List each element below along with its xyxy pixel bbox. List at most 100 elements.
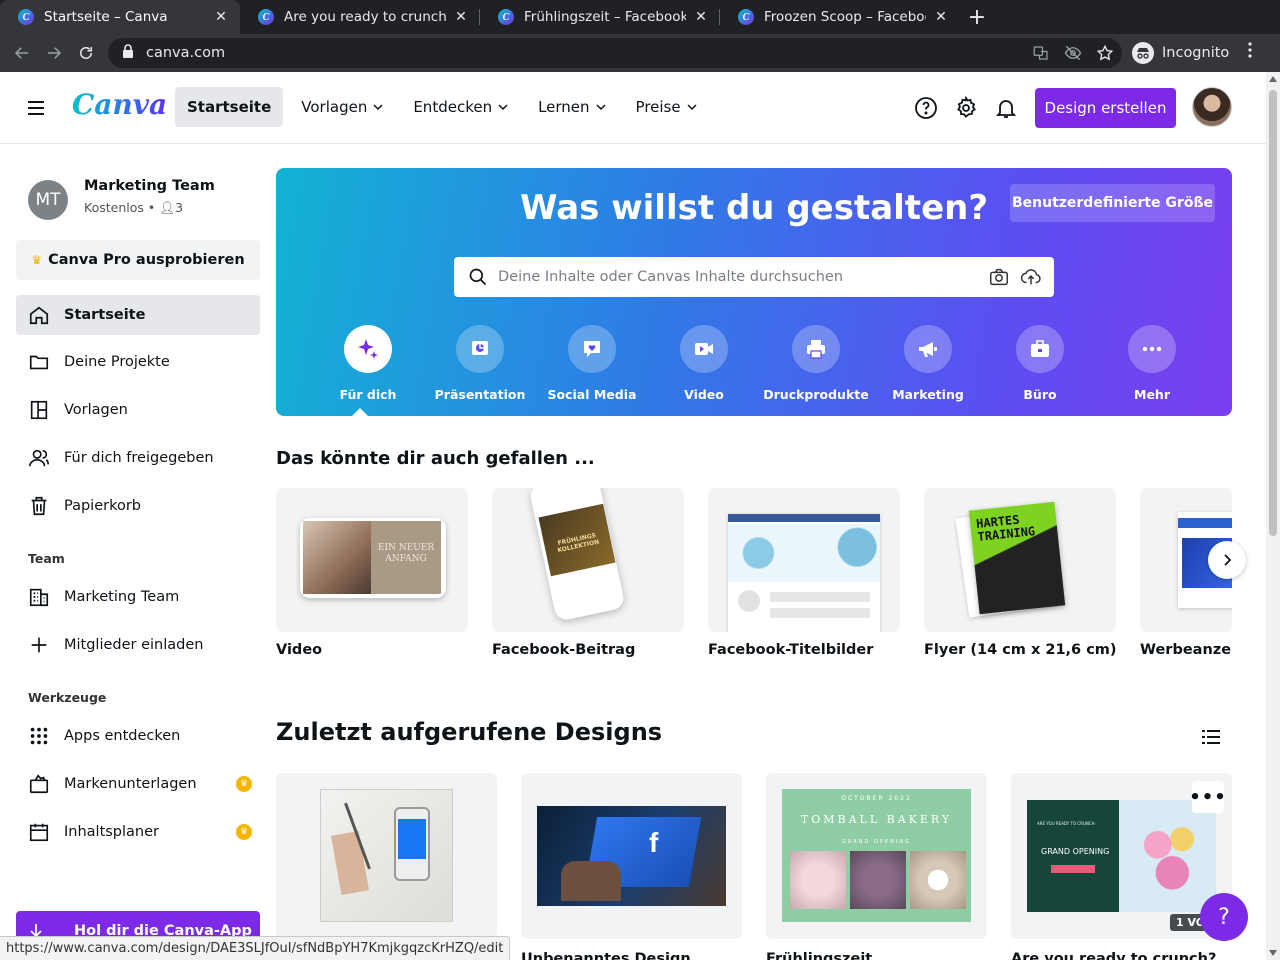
- try-canva-pro-button[interactable]: ♛ Canva Pro ausprobieren: [16, 240, 260, 280]
- design-thumbnail: OCTOBER 2022 TOMBALL BAKERY GRAND OPENIN…: [766, 773, 987, 939]
- camera-search-icon[interactable]: [988, 266, 1010, 288]
- close-tab-icon[interactable]: ✕: [692, 8, 710, 26]
- sparkle-icon: [358, 339, 378, 359]
- eye-off-icon[interactable]: [1064, 44, 1082, 62]
- main-nav: Startseite Vorlagen Entdecken Lernen Pre…: [175, 87, 715, 127]
- new-tab-button[interactable]: +: [960, 0, 994, 34]
- scroll-down-arrow-icon[interactable]: [1269, 950, 1277, 956]
- nav-entdecken[interactable]: Entdecken: [401, 87, 520, 127]
- presentation-icon: [472, 341, 488, 355]
- suggestion-thumbnail: EIN NEUER ANFANG: [276, 488, 468, 632]
- home-icon: [29, 306, 49, 325]
- category-social-media[interactable]: Social Media: [536, 325, 648, 402]
- sidebar-item-papierkorb[interactable]: Papierkorb: [16, 486, 260, 526]
- design-thumbnail: [276, 773, 497, 939]
- browser-menu-icon[interactable]: [1248, 42, 1252, 62]
- chevron-right-icon: [1224, 554, 1232, 566]
- design-thumbnail: f: [521, 773, 742, 939]
- help-fab-button[interactable]: ?: [1200, 893, 1248, 941]
- reload-icon[interactable]: [70, 37, 102, 69]
- notifications-bell-icon[interactable]: [994, 96, 1018, 120]
- team-heading: Team: [28, 551, 65, 566]
- browser-tab-fruehlingszeit[interactable]: C Frühlingszeit – Facebook-Beitrag ✕: [480, 0, 720, 34]
- canva-favicon-icon: C: [258, 9, 274, 25]
- browser-tab-crunch[interactable]: C Are you ready to crunch? – Facebook-Be…: [240, 0, 480, 34]
- close-tab-icon[interactable]: ✕: [212, 8, 230, 26]
- recent-designs-title: Zuletzt aufgerufene Designs: [276, 718, 663, 746]
- suggestion-card-video[interactable]: EIN NEUER ANFANG Video: [276, 488, 468, 658]
- suggestion-label: Flyer (14 cm x 21,6 cm): [924, 642, 1116, 658]
- nav-vorlagen[interactable]: Vorlagen: [289, 87, 395, 127]
- close-tab-icon[interactable]: ✕: [932, 8, 950, 26]
- canva-favicon-icon: C: [738, 9, 754, 25]
- address-bar[interactable]: canva.com: [108, 38, 1122, 68]
- sidebar-item-projekte[interactable]: Deine Projekte: [16, 342, 260, 382]
- forward-arrow-icon[interactable]: [38, 37, 70, 69]
- bookmark-star-icon[interactable]: [1096, 44, 1114, 62]
- settings-gear-icon[interactable]: [954, 96, 978, 120]
- sidebar-item-invite[interactable]: Mitglieder einladen: [16, 625, 260, 665]
- sidebar-item-freigegeben[interactable]: Für dich freigegeben: [16, 438, 260, 478]
- suggestion-card-flyer[interactable]: HARTES TRAINING Flyer (14 cm x 21,6 cm): [924, 488, 1116, 658]
- canva-favicon-icon: C: [18, 9, 34, 25]
- folder-icon: [29, 355, 49, 370]
- shared-users-icon: [29, 449, 49, 467]
- hamburger-menu-icon[interactable]: [26, 98, 46, 118]
- design-title: Are you ready to crunch?: [1011, 951, 1217, 960]
- sidebar-item-apps[interactable]: Apps entdecken: [16, 716, 260, 756]
- crown-icon: ♛: [31, 253, 43, 267]
- sidebar-item-startseite[interactable]: Startseite: [16, 295, 260, 335]
- back-arrow-icon[interactable]: [6, 37, 38, 69]
- search-icon: [469, 268, 487, 286]
- megaphone-icon: [919, 342, 937, 357]
- create-design-button[interactable]: Design erstellen: [1035, 88, 1176, 128]
- close-tab-icon[interactable]: ✕: [452, 8, 470, 26]
- category-video[interactable]: Video: [648, 325, 760, 402]
- nav-preise[interactable]: Preise: [624, 87, 709, 127]
- suggestion-card-facebook-titelbilder[interactable]: Facebook-Titelbilder: [708, 488, 900, 658]
- sidebar-item-brand-kit[interactable]: Markenunterlagen ♛: [16, 764, 260, 804]
- scrollbar-thumb[interactable]: [1269, 90, 1277, 536]
- canva-logo[interactable]: Canva: [72, 88, 167, 121]
- recent-design-card[interactable]: OCTOBER 2022 TOMBALL BAKERY GRAND OPENIN…: [766, 773, 987, 960]
- category-marketing[interactable]: Marketing: [872, 325, 984, 402]
- suggestion-card-facebook-beitrag[interactable]: FRÜHLINGS KOLLEKTION Facebook-Beitrag: [492, 488, 684, 658]
- sidebar-item-marketing-team[interactable]: Marketing Team: [16, 577, 260, 617]
- custom-size-button[interactable]: Benutzerdefinierte Größe: [1010, 184, 1215, 222]
- category-fuer-dich[interactable]: Für dich: [312, 325, 424, 402]
- category-druckprodukte[interactable]: Druckprodukte: [760, 325, 872, 402]
- list-view-icon[interactable]: [1200, 726, 1222, 748]
- active-category-pointer: [351, 408, 369, 416]
- video-camera-icon: [695, 343, 713, 355]
- chevron-down-icon: [596, 104, 606, 111]
- scroll-up-arrow-icon[interactable]: [1269, 76, 1277, 82]
- translate-icon[interactable]: [1032, 44, 1050, 62]
- browser-tab-froozen[interactable]: C Froozen Scoop – Facebook-Beitrag ✕: [720, 0, 960, 34]
- browser-tab-startseite[interactable]: C Startseite – Canva ✕: [0, 0, 240, 34]
- sidebar-item-planner[interactable]: Inhaltsplaner ♛: [16, 812, 260, 852]
- sidebar-item-vorlagen[interactable]: Vorlagen: [16, 390, 260, 430]
- search-input[interactable]: [498, 269, 988, 285]
- category-buero[interactable]: Büro: [984, 325, 1096, 402]
- tab-title: Froozen Scoop – Facebook-Beitrag: [764, 9, 926, 25]
- recent-design-card[interactable]: [276, 773, 497, 951]
- nav-startseite[interactable]: Startseite: [175, 87, 284, 127]
- category-mehr[interactable]: Mehr: [1096, 325, 1208, 402]
- trash-icon: [31, 496, 47, 516]
- chevron-down-icon: [687, 104, 697, 111]
- incognito-indicator[interactable]: Incognito: [1132, 40, 1229, 66]
- category-praesentation[interactable]: Präsentation: [424, 325, 536, 402]
- team-plan: Kostenlos • 👤︎3: [84, 200, 184, 215]
- nav-lernen[interactable]: Lernen: [526, 87, 617, 127]
- suggestion-label: Facebook-Titelbilder: [708, 642, 874, 658]
- team-avatar[interactable]: MT: [28, 180, 68, 220]
- upload-cloud-icon[interactable]: [1020, 266, 1042, 288]
- page-scrollbar[interactable]: [1266, 72, 1280, 960]
- carousel-next-button[interactable]: [1208, 541, 1246, 579]
- help-circle-icon[interactable]: [914, 96, 938, 120]
- building-icon: [29, 588, 49, 607]
- design-more-options-button[interactable]: •••: [1189, 781, 1226, 813]
- recent-design-card[interactable]: f Unbenanntes Design: [521, 773, 742, 960]
- team-name[interactable]: Marketing Team: [84, 178, 215, 194]
- user-avatar[interactable]: [1192, 87, 1232, 127]
